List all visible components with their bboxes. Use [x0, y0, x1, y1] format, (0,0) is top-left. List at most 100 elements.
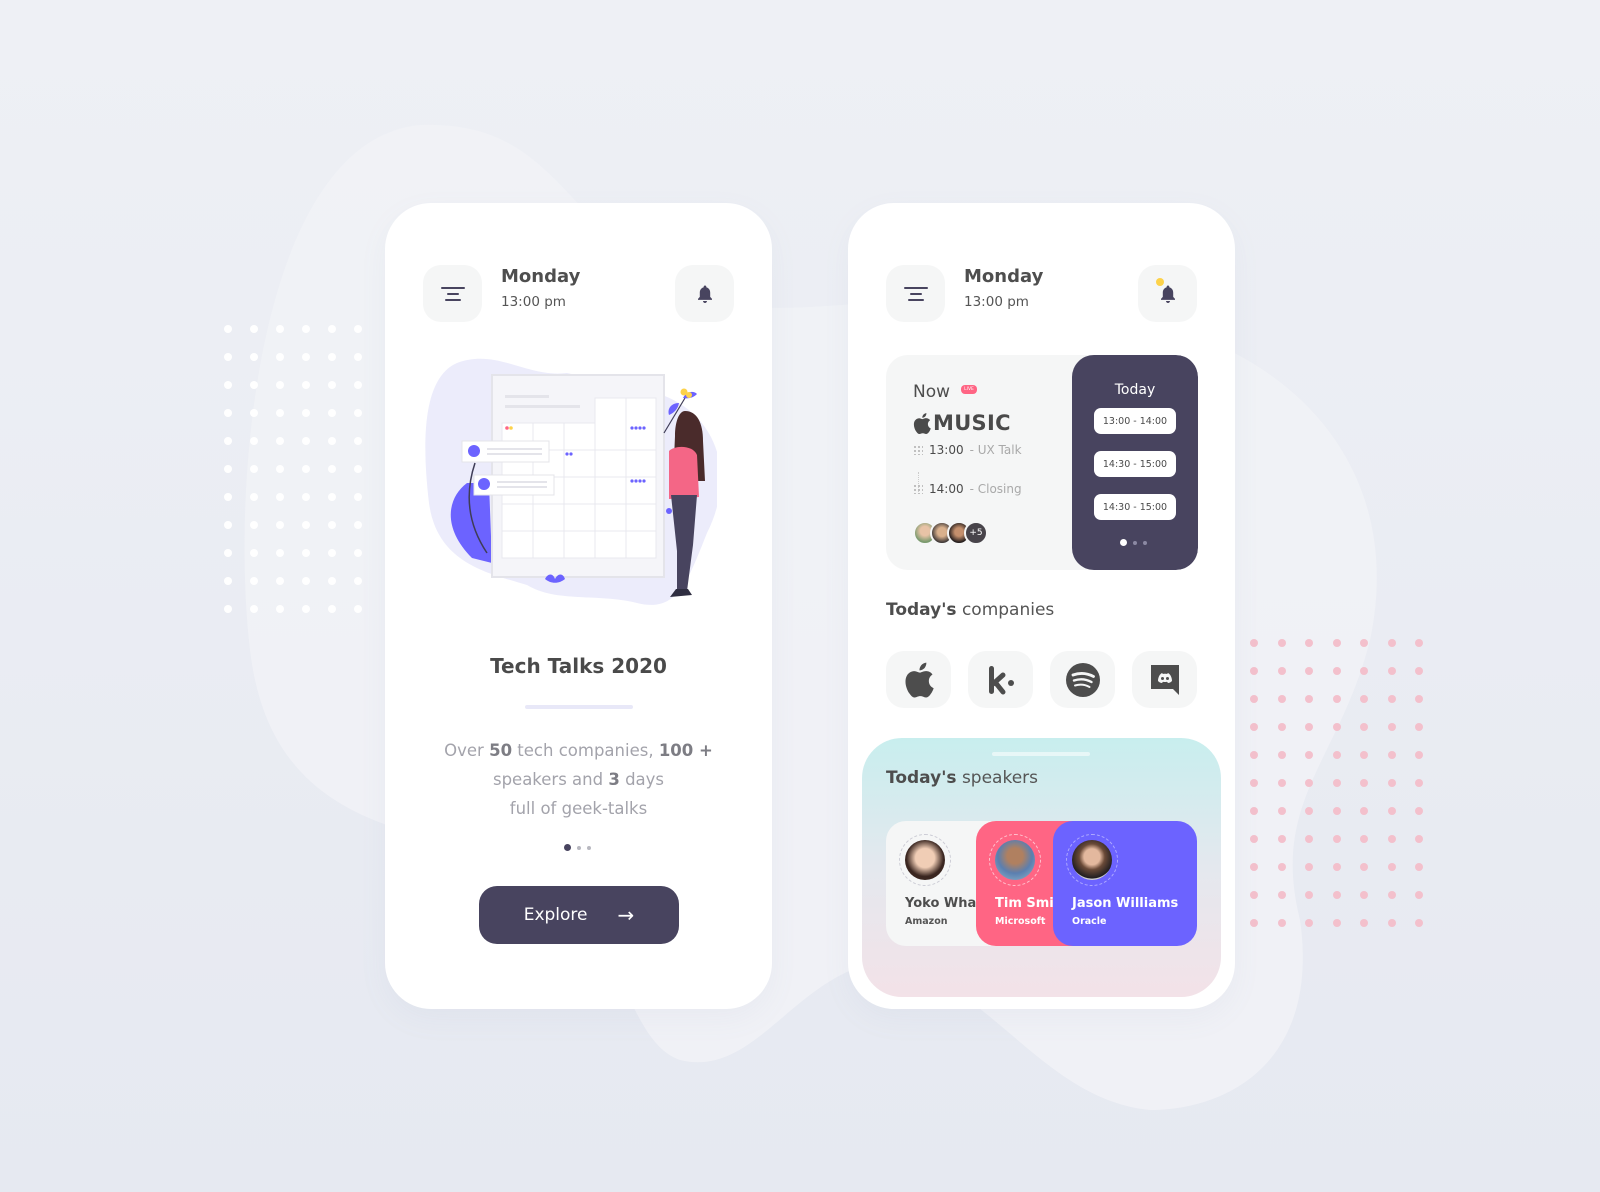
decorative-dot [354, 605, 362, 613]
decorative-dot [1415, 667, 1423, 675]
decorative-dot [1305, 863, 1313, 871]
today-timeslots-panel: Today 13:00 - 14:00 14:30 - 15:00 14:30 … [1072, 355, 1198, 570]
timeslot-button[interactable]: 13:00 - 14:00 [1094, 408, 1176, 434]
decorative-dot [328, 353, 336, 361]
decorative-dot [276, 605, 284, 613]
timeslot-button[interactable]: 14:30 - 15:00 [1094, 494, 1176, 520]
decorative-dot [302, 325, 310, 333]
pager-dot[interactable] [1133, 540, 1137, 545]
schedule-item[interactable]: 14:00 - Closing [913, 482, 1022, 496]
decorative-dot [250, 465, 258, 473]
decorative-dot [302, 465, 310, 473]
unread-indicator [1156, 278, 1164, 286]
decorative-dot [250, 521, 258, 529]
bell-icon [1160, 285, 1175, 303]
company-kik[interactable] [968, 651, 1033, 708]
decorative-dot [224, 409, 232, 417]
header-day: Monday [964, 266, 1044, 287]
decorative-dot [302, 577, 310, 585]
desc-text: full of geek-talks [509, 799, 648, 818]
decorative-dot [1415, 863, 1423, 871]
decorative-dot [328, 577, 336, 585]
timeslots-pager[interactable] [1120, 539, 1147, 546]
decorative-dot [1332, 639, 1341, 647]
decorative-dot [276, 521, 284, 529]
spotify-icon [1065, 662, 1100, 697]
menu-button[interactable] [423, 265, 482, 322]
decorative-dot-grid-pink [1250, 639, 1423, 927]
notifications-button[interactable] [1138, 265, 1197, 322]
header-day: Monday [501, 266, 581, 287]
decorative-dot [1360, 695, 1368, 703]
pager-dot[interactable] [1143, 540, 1147, 545]
decorative-dot [1360, 723, 1368, 731]
sheet-drag-handle[interactable] [992, 752, 1090, 756]
decorative-dot [328, 521, 336, 529]
decorative-dot [354, 353, 362, 361]
heading-bold: Today's [886, 600, 957, 620]
decorative-dot [1332, 891, 1341, 899]
brand-logo: MUSIC [913, 411, 1011, 435]
decorative-dot [354, 577, 362, 585]
event-description: Over 50 tech companies, 100 + speakers a… [425, 736, 732, 823]
decorative-dot [328, 437, 336, 445]
decorative-dot [354, 381, 362, 389]
now-label: Now [913, 382, 951, 402]
schedule-dot-icon [913, 484, 923, 494]
decorative-dot [354, 465, 362, 473]
pager-dot[interactable] [587, 845, 591, 850]
decorative-dot [250, 605, 258, 613]
now-playing-card[interactable]: Now LIVE MUSIC 13:00 - UX Talk 14:00 - C… [886, 355, 1198, 570]
decorative-dot [224, 465, 232, 473]
timeslot-button[interactable]: 14:30 - 15:00 [1094, 451, 1176, 477]
decorative-dot [302, 409, 310, 417]
pager-dot-active[interactable] [564, 844, 571, 851]
schedule-item[interactable]: 13:00 - UX Talk [913, 443, 1022, 457]
menu-lines-icon [903, 286, 928, 301]
speaker-company: Oracle [1072, 916, 1107, 927]
decorative-dot [354, 521, 362, 529]
decorative-dot [1415, 751, 1423, 759]
company-apple[interactable] [886, 651, 951, 708]
company-spotify[interactable] [1050, 651, 1115, 708]
decorative-dot [1277, 863, 1286, 871]
attendee-avatars[interactable]: +5 [913, 521, 988, 545]
decorative-dot [250, 409, 258, 417]
speakers-count: 100 + [658, 741, 713, 760]
decorative-dot [354, 493, 362, 501]
decorative-dot [1415, 891, 1423, 899]
desc-text: speakers and [492, 770, 609, 789]
decorative-dot [1332, 835, 1341, 843]
decorative-dot [224, 325, 232, 333]
decorative-dot [1277, 891, 1286, 899]
decorative-dot [1305, 667, 1313, 675]
company-discord[interactable] [1132, 651, 1197, 708]
decorative-dot [250, 549, 258, 557]
explore-button[interactable]: Explore → [479, 886, 679, 944]
decorative-dot [1277, 807, 1286, 815]
arrow-right-icon: → [617, 903, 635, 927]
pager-dot[interactable] [577, 845, 581, 850]
kik-icon [988, 665, 1014, 694]
decorative-dot [1360, 779, 1368, 787]
apple-icon [904, 662, 934, 698]
decorative-dot [1305, 779, 1313, 787]
decorative-dot [1277, 919, 1286, 927]
explore-label: Explore [523, 905, 588, 925]
speakers-sheet[interactable]: Today's speakers Yoko Wha Amazon Tim Smi… [862, 738, 1221, 997]
onboarding-screen: Monday 13:00 pm Tech Talks 2020 Over 50 … [385, 203, 772, 1009]
decorative-dot [276, 409, 284, 417]
menu-button[interactable] [886, 265, 945, 322]
pager-dot-active[interactable] [1120, 539, 1127, 546]
speaker-card[interactable]: Jason Williams Oracle [1053, 821, 1197, 946]
onboarding-pager[interactable] [564, 844, 591, 851]
schedule-time: 13:00 [929, 443, 964, 457]
decorative-dot [1332, 723, 1341, 731]
decorative-dot [1360, 667, 1368, 675]
speaker-company: Amazon [905, 916, 948, 927]
decorative-dot [302, 521, 310, 529]
heading-bold: Today's [886, 768, 957, 788]
decorative-dot-grid-white [224, 325, 362, 613]
decorative-dot [354, 409, 362, 417]
notifications-button[interactable] [675, 265, 734, 322]
